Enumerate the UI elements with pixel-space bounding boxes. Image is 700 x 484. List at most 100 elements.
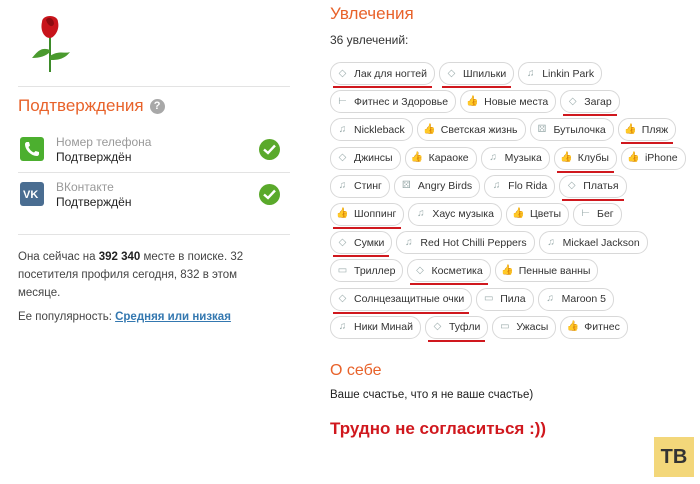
tb-logo: ТВ bbox=[654, 437, 694, 477]
interest-label: Бутылочка bbox=[553, 123, 606, 136]
interest-chip[interactable]: ⚄ Angry Birds bbox=[393, 174, 481, 198]
caption-text: Трудно не согласиться :)) bbox=[330, 419, 547, 438]
popularity: Ее популярность: Средняя или низкая bbox=[18, 311, 231, 323]
interest-chip[interactable]: 👍 Шоппинг bbox=[330, 202, 405, 229]
divider bbox=[18, 172, 290, 173]
help-icon[interactable]: ? bbox=[149, 98, 165, 114]
interest-chip[interactable]: ⊢ Бег bbox=[573, 202, 622, 226]
interest-chip[interactable]: ◇ Косметика bbox=[407, 259, 491, 286]
interest-label: Red Hot Chilli Peppers bbox=[420, 236, 527, 249]
interest-chip[interactable]: 👍 Цветы bbox=[505, 202, 570, 226]
diamond-icon: ◇ bbox=[447, 67, 456, 79]
music-icon: ♫ bbox=[338, 123, 347, 135]
interest-chip[interactable]: ♫ Flo Rida bbox=[484, 174, 556, 198]
dumbbell-icon: ⊢ bbox=[581, 208, 590, 220]
interest-chip[interactable]: ◇ Лак для ногтей bbox=[330, 62, 435, 88]
interest-chip[interactable]: ♫ Ники Минай bbox=[330, 315, 421, 339]
interest-chip[interactable]: 👍 Пенные ванны bbox=[494, 259, 599, 283]
interest-row: ◇ Солнцезащитные очки ▭ Пила ♫ Maroon 5 bbox=[330, 287, 700, 316]
interest-chip[interactable]: 👍 Фитнес bbox=[560, 315, 628, 339]
interest-label: Новые места bbox=[484, 95, 549, 108]
thumb-icon: 👍 bbox=[560, 152, 573, 164]
interest-chip[interactable]: 👍 Пляж bbox=[617, 118, 677, 145]
interests-count: 36 увлечений: bbox=[330, 33, 409, 47]
music-icon: ♫ bbox=[417, 208, 425, 220]
popularity-label: Ее популярность: bbox=[18, 311, 116, 323]
interest-label: Ники Минай bbox=[354, 321, 413, 334]
popularity-link[interactable]: Средняя или низкая bbox=[115, 311, 231, 323]
thumb-icon: 👍 bbox=[336, 208, 349, 220]
vk-icon: VK bbox=[20, 182, 44, 206]
interest-label: Фитнес bbox=[584, 321, 620, 334]
interest-chip[interactable]: ▭ Ужасы bbox=[492, 315, 557, 339]
interest-label: Солнцезащитные очки bbox=[354, 293, 465, 305]
interest-row: ♫ Nickleback 👍 Светская жизнь ⚄ Бутылочка 👍 Пля… bbox=[330, 118, 700, 146]
interest-label: Пила bbox=[500, 293, 526, 305]
interest-chip[interactable]: 👍 Новые места bbox=[460, 90, 557, 114]
monitor-icon: ▭ bbox=[337, 264, 348, 276]
interest-chip[interactable]: ♫ Стинг bbox=[330, 174, 390, 198]
music-icon: ♫ bbox=[492, 180, 501, 192]
interest-chip[interactable]: ◇ Джинсы bbox=[330, 146, 401, 170]
interest-chip[interactable]: ◇ Сумки bbox=[330, 231, 393, 258]
interest-chip[interactable]: ◇ Загар bbox=[560, 90, 620, 117]
diamond-icon: ◇ bbox=[567, 180, 576, 192]
thumb-icon: 👍 bbox=[566, 321, 580, 333]
interest-chip[interactable]: ♫ Музыка bbox=[480, 146, 550, 170]
interest-label: Сумки bbox=[354, 236, 385, 249]
interest-chip[interactable]: 👍 Караоке bbox=[404, 146, 477, 170]
confirmation-name: ВКонтакте bbox=[56, 180, 114, 194]
confirmation-status: Подтверждён bbox=[56, 150, 132, 164]
interest-chip[interactable]: ◇ Туфли bbox=[424, 315, 489, 342]
interest-label: Бег bbox=[597, 208, 614, 221]
rose-avatar-icon bbox=[32, 16, 70, 72]
interest-chip[interactable]: ◇ Платья bbox=[559, 174, 627, 201]
confirmation-vk: VK ВКонтакте Подтверждён bbox=[18, 180, 290, 212]
interest-chip[interactable]: ◇ Солнцезащитные очки bbox=[330, 287, 473, 314]
interest-chip[interactable]: 👍 Клубы bbox=[553, 146, 617, 173]
interest-label: Лак для ногтей bbox=[354, 67, 427, 80]
interest-chip[interactable]: ⚄ Бутылочка bbox=[529, 118, 614, 142]
svg-text:VK: VK bbox=[23, 189, 38, 201]
music-icon: ♫ bbox=[526, 67, 535, 79]
interest-chip[interactable]: ▭ Пила bbox=[476, 287, 534, 311]
divider bbox=[18, 234, 290, 235]
interest-chip[interactable]: ♫ Nickleback bbox=[330, 118, 413, 142]
interest-label: Шпильки bbox=[462, 67, 507, 80]
interest-chip[interactable]: ◇ Шпильки bbox=[438, 62, 515, 88]
music-icon: ♫ bbox=[489, 152, 497, 164]
interest-chip[interactable]: ♫ Maroon 5 bbox=[537, 287, 614, 311]
interest-label: Хаус музыка bbox=[432, 208, 494, 221]
interest-label: Ужасы bbox=[516, 321, 549, 334]
interest-label: Mickael Jackson bbox=[562, 236, 640, 249]
about-title: О себе bbox=[330, 362, 382, 379]
interest-label: iPhone bbox=[644, 152, 678, 165]
interest-chip[interactable]: 👍 Светская жизнь bbox=[416, 118, 526, 142]
dice-icon: ⚄ bbox=[537, 123, 547, 135]
thumb-icon: 👍 bbox=[624, 123, 637, 135]
interest-chip[interactable]: ▭ Триллер bbox=[330, 259, 404, 283]
interest-chip[interactable]: ⊢ Фитнес и Здоровье bbox=[330, 90, 457, 114]
interest-label: Maroon 5 bbox=[561, 293, 606, 305]
diamond-icon: ◇ bbox=[338, 293, 347, 304]
interest-chip[interactable]: ♫ Mickael Jackson bbox=[538, 231, 648, 255]
interest-label: Цветы bbox=[529, 208, 562, 221]
interest-row: ♫ Стинг ⚄ Angry Birds ♫ Flo Rida ◇ Платья bbox=[330, 174, 700, 203]
thumb-icon: 👍 bbox=[410, 152, 424, 164]
checkmark-icon bbox=[259, 184, 280, 205]
interest-chip[interactable]: ♫ Red Hot Chilli Peppers bbox=[396, 231, 535, 255]
interest-label: Клубы bbox=[577, 152, 609, 165]
diamond-icon: ◇ bbox=[338, 152, 347, 164]
interest-chip[interactable]: 👍 iPhone bbox=[620, 146, 686, 170]
music-icon: ♫ bbox=[338, 321, 347, 333]
interest-label: Триллер bbox=[354, 264, 396, 277]
interest-chip[interactable]: ♫ Linkin Park bbox=[518, 62, 603, 85]
music-icon: ♫ bbox=[338, 180, 347, 192]
music-icon: ♫ bbox=[546, 293, 554, 304]
confirmation-name: Номер телефона bbox=[56, 135, 152, 149]
interest-label: Загар bbox=[584, 95, 612, 108]
diamond-icon: ◇ bbox=[338, 67, 347, 79]
diamond-icon: ◇ bbox=[338, 236, 347, 248]
interests-list: ◇ Лак для ногтей ◇ Шпильки ♫ Linkin Park ⊢ Фитн… bbox=[330, 62, 700, 344]
interest-chip[interactable]: ♫ Хаус музыка bbox=[408, 202, 502, 226]
